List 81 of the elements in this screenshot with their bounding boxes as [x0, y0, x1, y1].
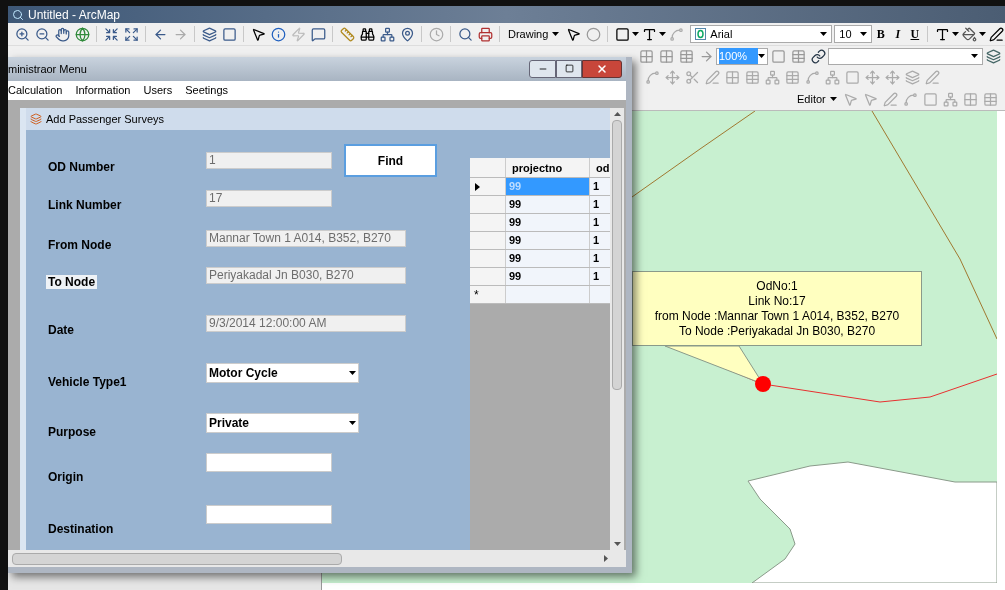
- grid-cell: 99: [506, 214, 590, 231]
- find-button[interactable]: Find: [344, 144, 437, 177]
- close-icon: [596, 62, 608, 75]
- caret-icon: [971, 54, 978, 58]
- font-dropdown[interactable]: Arial: [690, 25, 833, 43]
- caret-icon: [349, 371, 356, 375]
- callout-text: To Node :Periyakadal Jn B030, B270: [678, 323, 876, 339]
- window-title: Untitled - ArcMap: [28, 6, 121, 24]
- node-marker: [755, 376, 771, 392]
- menu-item[interactable]: Information: [75, 82, 131, 99]
- dropdown[interactable]: Motor Cycle: [206, 363, 359, 383]
- row-header[interactable]: [470, 178, 506, 195]
- field-label: OD Number: [47, 160, 116, 174]
- grid-cell: 99: [506, 196, 590, 213]
- dropdown[interactable]: Private: [206, 413, 359, 433]
- column-header[interactable]: od: [590, 158, 610, 177]
- caret-icon: [820, 32, 828, 36]
- scroll-right-icon: [604, 555, 608, 562]
- close-button[interactable]: [582, 59, 622, 78]
- menu-item[interactable]: Users: [143, 82, 173, 99]
- menu-item[interactable]: Seetings: [185, 82, 228, 99]
- grid-cell: 99: [506, 268, 590, 285]
- underline-button[interactable]: U: [906, 25, 924, 43]
- caret-icon: [952, 32, 960, 36]
- field-label: Date: [47, 323, 75, 337]
- scroll-down-icon: [613, 542, 621, 546]
- caret-icon: [632, 32, 640, 36]
- font-size-dropdown[interactable]: 10: [834, 25, 873, 43]
- maximize-button[interactable]: [556, 59, 582, 78]
- font-type-icon: [695, 28, 707, 40]
- horizontal-scrollbar[interactable]: [8, 550, 626, 567]
- grid-cell-text: 1: [592, 233, 601, 248]
- input-field[interactable]: [206, 453, 332, 472]
- grid-cell: 99: [506, 250, 590, 267]
- scroll-thumb[interactable]: [612, 120, 622, 390]
- editor-menu[interactable]: Editor: [793, 90, 841, 108]
- callout-text: Link No:17: [748, 293, 806, 309]
- grid-cell-text: 1: [592, 179, 601, 194]
- field-label: Vehicle Type1: [47, 375, 128, 389]
- italic-button[interactable]: I: [889, 25, 907, 43]
- readonly-field[interactable]: 9/3/2014 12:00:00 AM: [206, 315, 406, 332]
- caret-icon: [659, 32, 667, 36]
- window-title: Add Passenger Surveys: [46, 111, 164, 127]
- drawing-menu[interactable]: Drawing: [504, 25, 564, 43]
- caret-icon: [829, 97, 837, 101]
- form-icon: [30, 113, 42, 125]
- field-label: Purpose: [47, 425, 97, 439]
- caret-icon: [758, 54, 765, 58]
- field-label: Destination: [47, 522, 115, 536]
- new-row-marker: *: [470, 286, 506, 303]
- menu-item[interactable]: Calculation: [8, 82, 63, 99]
- caret-icon: [349, 421, 356, 425]
- readonly-field[interactable]: 17: [206, 190, 332, 207]
- grid-cell-text: 1: [592, 197, 601, 212]
- field-label: Link Number: [47, 198, 123, 212]
- scroll-thumb[interactable]: [12, 552, 342, 565]
- maximize-icon: [564, 64, 574, 74]
- grid-cell: 99: [506, 232, 590, 249]
- app-icon: [12, 8, 24, 21]
- readonly-field[interactable]: Periyakadal Jn B030, B270: [206, 267, 406, 284]
- readonly-field[interactable]: 1: [206, 152, 332, 169]
- window-title: ministraor Menu: [8, 61, 87, 77]
- caret-icon: [860, 32, 868, 36]
- grid-cell-text: 1: [592, 215, 601, 230]
- readonly-field[interactable]: Mannar Town 1 A014, B352, B270: [206, 230, 406, 247]
- callout-text: OdNo:1: [756, 278, 798, 294]
- caret-icon: [979, 32, 987, 36]
- caret-icon: [552, 32, 560, 36]
- grid-cell-text: 1: [592, 269, 601, 284]
- grid-cell: 99: [506, 178, 590, 195]
- column-header[interactable]: projectno: [506, 158, 590, 177]
- grid-cell-text: 1: [592, 251, 601, 266]
- field-label: Origin: [47, 470, 85, 484]
- input-field[interactable]: [206, 505, 332, 524]
- minimize-button[interactable]: [529, 59, 556, 78]
- callout-text: from Node :Mannar Town 1 A014, B352, B270: [654, 308, 900, 324]
- field-label: From Node: [47, 238, 113, 252]
- link-icon[interactable]: [808, 46, 828, 66]
- field-label: To Node: [46, 275, 98, 289]
- vertical-scrollbar[interactable]: [610, 108, 624, 550]
- bold-button[interactable]: B: [872, 25, 890, 43]
